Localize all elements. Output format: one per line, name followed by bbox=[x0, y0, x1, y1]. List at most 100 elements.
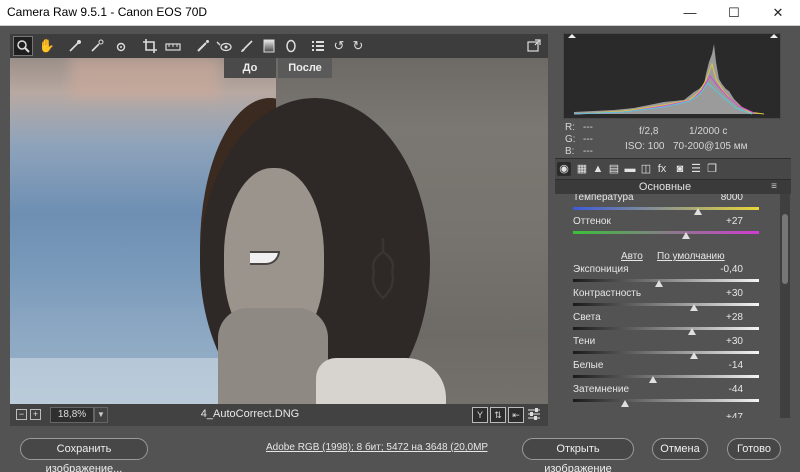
panel-header: Основные ≡ bbox=[555, 180, 791, 194]
zoom-icon[interactable] bbox=[13, 36, 33, 56]
zoom-level[interactable]: 18,8% bbox=[50, 407, 94, 423]
rotate-ccw-icon[interactable]: ↺ bbox=[329, 36, 349, 56]
default-link[interactable]: По умолчанию bbox=[657, 251, 725, 262]
after-half bbox=[200, 58, 548, 404]
panel-scrollbar[interactable] bbox=[780, 194, 790, 418]
histogram bbox=[563, 33, 781, 119]
slider-value[interactable]: +28 bbox=[703, 312, 743, 323]
r-label: R: bbox=[565, 122, 575, 133]
camera-calibration-tab-icon[interactable]: ◙ bbox=[673, 162, 687, 176]
split-toning-tab-icon[interactable]: ▬ bbox=[623, 162, 637, 176]
auto-link[interactable]: Авто bbox=[621, 251, 643, 262]
open-image-button[interactable]: Открыть изображение bbox=[522, 438, 634, 472]
slider-thumb[interactable] bbox=[689, 352, 698, 359]
zoom-in-button[interactable]: + bbox=[30, 409, 41, 420]
slider-thumb[interactable] bbox=[688, 328, 697, 335]
slider-track[interactable] bbox=[573, 279, 759, 282]
white-balance-icon[interactable] bbox=[65, 36, 85, 56]
shutter-speed: 1/2000 с bbox=[689, 126, 728, 137]
slider-value[interactable]: +30 bbox=[703, 336, 743, 347]
slider-thumb[interactable] bbox=[621, 400, 630, 407]
swap-settings-icon[interactable]: ⇅ bbox=[490, 407, 506, 423]
slider-label: Температура bbox=[573, 194, 634, 203]
g-label: G: bbox=[565, 134, 576, 145]
slider-thumb[interactable] bbox=[689, 304, 698, 311]
preview-bar: − + 18,8% ▼ 4_AutoCorrect.DNG Y ⇅ ⇤ bbox=[10, 404, 548, 426]
slider-track[interactable] bbox=[573, 351, 759, 354]
adjustment-brush-icon[interactable] bbox=[237, 36, 257, 56]
slider-value[interactable]: -0,40 bbox=[703, 264, 743, 275]
slider-value[interactable]: 8000 bbox=[703, 194, 743, 203]
image-preview[interactable] bbox=[10, 58, 548, 404]
title-bar: Camera Raw 9.5.1 - Canon EOS 70D — ☐ ✕ bbox=[0, 0, 800, 26]
slider-thumb[interactable] bbox=[654, 280, 663, 287]
panel-menu-icon[interactable]: ≡ bbox=[771, 181, 777, 192]
zoom-out-button[interactable]: − bbox=[16, 409, 27, 420]
slider-thumb[interactable] bbox=[648, 376, 657, 383]
hsl-tab-icon[interactable]: ▤ bbox=[607, 162, 621, 176]
radial-filter-icon[interactable] bbox=[281, 36, 301, 56]
g-value: --- bbox=[583, 134, 593, 145]
slider-track[interactable] bbox=[573, 327, 759, 330]
crop-icon[interactable] bbox=[140, 36, 160, 56]
preferences-icon[interactable] bbox=[308, 36, 328, 56]
slider-label: Тени bbox=[573, 336, 596, 347]
copy-settings-icon[interactable]: ⇤ bbox=[508, 407, 524, 423]
slider-label: Белые bbox=[573, 360, 604, 371]
lens-corrections-tab-icon[interactable]: ◫ bbox=[639, 162, 653, 176]
toolbar: ✋ ↺ ↻ bbox=[10, 34, 548, 58]
slider-track[interactable] bbox=[573, 399, 759, 402]
tone-curve-tab-icon[interactable]: ▦ bbox=[575, 162, 589, 176]
panel-tabs: ◉ ▦ ▲ ▤ ▬ ◫ fx ◙ ☰ ❐ bbox=[555, 158, 791, 180]
slider-value[interactable]: +30 bbox=[703, 288, 743, 299]
spot-removal-icon[interactable] bbox=[193, 36, 213, 56]
close-button[interactable]: ✕ bbox=[756, 0, 800, 26]
slider-value[interactable]: +27 bbox=[703, 216, 743, 227]
detail-tab-icon[interactable]: ▲ bbox=[591, 162, 605, 176]
fullscreen-icon[interactable] bbox=[524, 36, 544, 56]
hand-icon[interactable]: ✋ bbox=[37, 36, 57, 56]
maximize-button[interactable]: ☐ bbox=[712, 0, 756, 26]
slider-track[interactable] bbox=[573, 303, 759, 306]
slider-value[interactable]: -14 bbox=[703, 360, 743, 371]
aperture: f/2,8 bbox=[639, 126, 659, 137]
basic-tab-icon[interactable]: ◉ bbox=[557, 162, 571, 176]
after-label: После bbox=[278, 58, 332, 78]
slider-label: Экспониция bbox=[573, 264, 629, 275]
effects-tab-icon[interactable]: fx bbox=[655, 162, 669, 176]
save-image-button[interactable]: Сохранить изображение... bbox=[20, 438, 148, 472]
basic-sliders: Температура 8000 Оттенок +27 Экспониция -0,40… bbox=[555, 194, 779, 418]
cancel-button[interactable]: Отмена bbox=[652, 438, 708, 460]
chevron-down-icon[interactable]: ▼ bbox=[94, 407, 108, 423]
slider-value[interactable]: -44 bbox=[703, 384, 743, 395]
window-title: Camera Raw 9.5.1 - Canon EOS 70D bbox=[7, 5, 208, 19]
r-value: --- bbox=[583, 122, 593, 133]
minimize-button[interactable]: — bbox=[668, 0, 712, 26]
iso: ISO: 100 bbox=[625, 141, 665, 152]
slider-thumb[interactable] bbox=[693, 208, 702, 215]
presets-tab-icon[interactable]: ☰ bbox=[689, 162, 703, 176]
slider-track[interactable] bbox=[573, 207, 759, 210]
b-value: --- bbox=[583, 146, 593, 157]
panel-title: Основные bbox=[638, 181, 692, 193]
info-panel: R: --- G: --- B: --- f/2,8 1/2000 с ISO:… bbox=[563, 120, 781, 158]
toggle-settings-icon[interactable] bbox=[526, 407, 542, 423]
workflow-options-link[interactable]: Adobe RGB (1998); 8 бит; 5472 на 3648 (2… bbox=[266, 442, 488, 453]
filename: 4_AutoCorrect.DNG bbox=[200, 408, 300, 420]
snapshots-tab-icon[interactable]: ❐ bbox=[705, 162, 719, 176]
slider-track[interactable] bbox=[573, 231, 759, 234]
rotate-cw-icon[interactable]: ↻ bbox=[348, 36, 368, 56]
scrollbar-thumb[interactable] bbox=[782, 214, 788, 284]
graduated-filter-icon[interactable] bbox=[259, 36, 279, 56]
slider-label: Затемнение bbox=[573, 384, 630, 395]
targeted-adjustment-icon[interactable] bbox=[110, 36, 130, 56]
before-after-view-icon[interactable]: Y bbox=[472, 407, 488, 423]
color-sampler-icon[interactable] bbox=[87, 36, 107, 56]
slider-label: Контрастность bbox=[573, 288, 642, 299]
slider-thumb[interactable] bbox=[682, 232, 691, 239]
slider-track[interactable] bbox=[573, 375, 759, 378]
red-eye-icon[interactable] bbox=[214, 36, 234, 56]
slider-label: Света bbox=[573, 312, 601, 323]
straighten-icon[interactable] bbox=[163, 36, 183, 56]
done-button[interactable]: Готово bbox=[727, 438, 781, 460]
